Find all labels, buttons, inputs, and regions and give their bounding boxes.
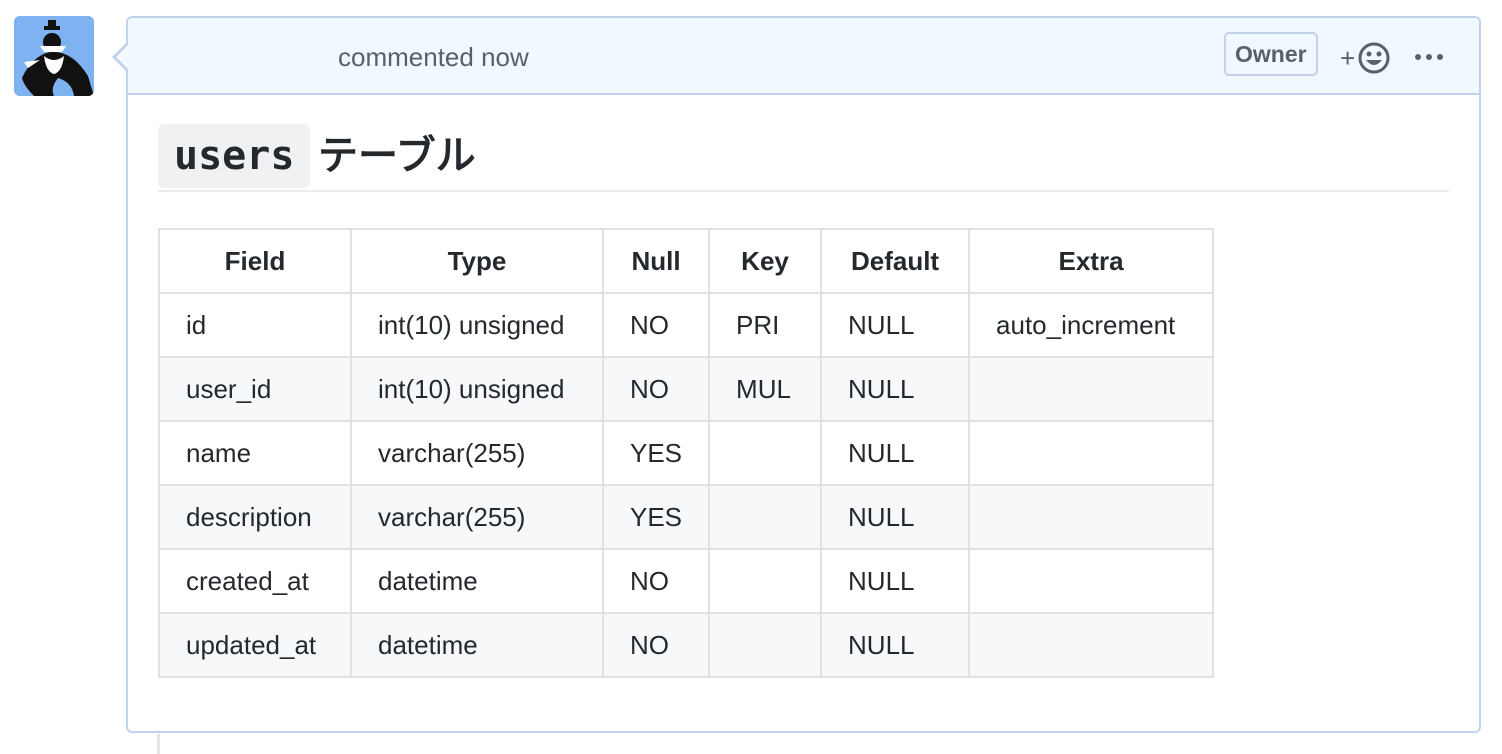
table-row: created_at datetime NO NULL bbox=[158, 548, 1215, 614]
table-row: user_id int(10) unsigned NO MUL NULL bbox=[158, 356, 1215, 422]
table-cell: NULL bbox=[820, 292, 971, 358]
table-cell: int(10) unsigned bbox=[350, 356, 604, 422]
add-reaction-button[interactable]: + bbox=[1340, 40, 1391, 76]
table-row: updated_at datetime NO NULL bbox=[158, 612, 1215, 678]
table-cell: varchar(255) bbox=[350, 420, 604, 486]
table-cell: PRI bbox=[708, 292, 823, 358]
schema-table: Field Type Null Key Default Extra id int… bbox=[158, 228, 1215, 678]
more-options-button[interactable] bbox=[1412, 42, 1446, 72]
table-cell bbox=[968, 420, 1215, 486]
table-cell: YES bbox=[601, 420, 711, 486]
table-cell: NULL bbox=[820, 484, 971, 550]
table-cell: user_id bbox=[158, 356, 352, 422]
table-cell: datetime bbox=[350, 612, 604, 678]
table-cell: id bbox=[158, 292, 352, 358]
table-cell bbox=[708, 612, 823, 678]
smiley-icon bbox=[1358, 42, 1390, 74]
section-heading: users テーブル bbox=[158, 122, 1449, 192]
table-cell: created_at bbox=[158, 548, 352, 614]
table-cell: NULL bbox=[820, 356, 971, 422]
comment-body: users テーブル Field Type Null Key Default E… bbox=[158, 122, 1449, 678]
avatar-image bbox=[14, 16, 94, 96]
owner-badge: Owner bbox=[1224, 32, 1318, 76]
header-type: Type bbox=[350, 228, 604, 294]
table-row: name varchar(255) YES NULL bbox=[158, 420, 1215, 486]
header-field: Field bbox=[158, 228, 352, 294]
table-cell: name bbox=[158, 420, 352, 486]
table-cell bbox=[708, 420, 823, 486]
table-cell: NO bbox=[601, 612, 711, 678]
table-cell: updated_at bbox=[158, 612, 352, 678]
table-cell: NO bbox=[601, 292, 711, 358]
header-extra: Extra bbox=[968, 228, 1215, 294]
table-row: description varchar(255) YES NULL bbox=[158, 484, 1215, 550]
table-cell: auto_increment bbox=[968, 292, 1215, 358]
header-default: Default bbox=[820, 228, 971, 294]
table-cell: YES bbox=[601, 484, 711, 550]
heading-text: テーブル bbox=[318, 134, 476, 178]
table-cell: NO bbox=[601, 356, 711, 422]
timeline-line bbox=[157, 734, 160, 754]
table-cell: NULL bbox=[820, 420, 971, 486]
table-cell bbox=[968, 548, 1215, 614]
avatar[interactable] bbox=[14, 16, 94, 96]
table-cell: description bbox=[158, 484, 352, 550]
table-cell: int(10) unsigned bbox=[350, 292, 604, 358]
table-cell bbox=[708, 484, 823, 550]
header-key: Key bbox=[708, 228, 823, 294]
table-cell: NULL bbox=[820, 548, 971, 614]
table-cell bbox=[968, 356, 1215, 422]
comment-header: commented now Owner + bbox=[128, 18, 1479, 95]
comment-box: commented now Owner + users テーブル Field T… bbox=[112, 16, 1481, 733]
comment-timestamp[interactable]: commented now bbox=[338, 42, 529, 73]
header-null: Null bbox=[601, 228, 711, 294]
table-row: id int(10) unsigned NO PRI NULL auto_inc… bbox=[158, 292, 1215, 358]
table-cell: MUL bbox=[708, 356, 823, 422]
table-cell: NULL bbox=[820, 612, 971, 678]
table-cell: datetime bbox=[350, 548, 604, 614]
table-cell bbox=[968, 484, 1215, 550]
table-header-row: Field Type Null Key Default Extra bbox=[158, 228, 1215, 294]
table-cell: varchar(255) bbox=[350, 484, 604, 550]
kebab-icon bbox=[1415, 54, 1443, 60]
plus-label: + bbox=[1340, 43, 1356, 73]
heading-code: users bbox=[158, 124, 311, 188]
table-cell: NO bbox=[601, 548, 711, 614]
table-cell bbox=[968, 612, 1215, 678]
table-cell bbox=[708, 548, 823, 614]
